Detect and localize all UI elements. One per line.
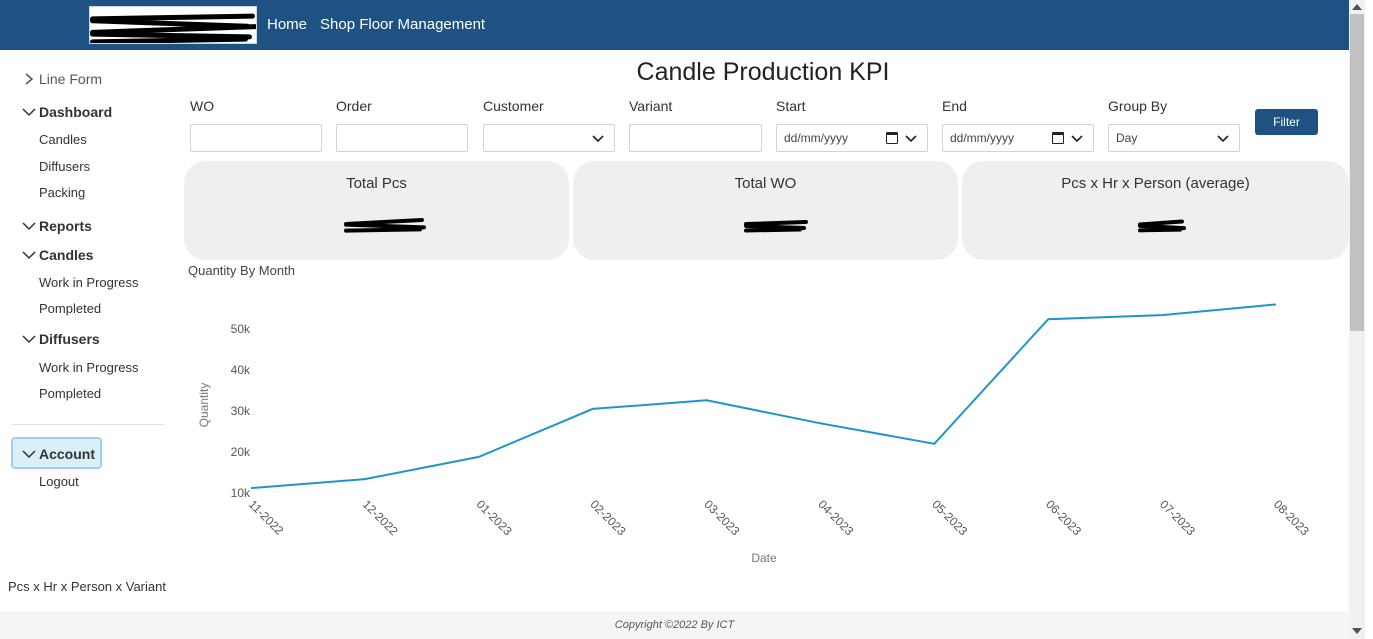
- kpi-card-title: Total Pcs: [346, 175, 407, 192]
- company-logo[interactable]: [89, 6, 257, 44]
- wo-input[interactable]: [190, 124, 322, 152]
- sidebar-account[interactable]: Account: [22, 446, 95, 462]
- sidebar-diffusers[interactable]: Diffusers: [22, 331, 100, 347]
- start-date-input[interactable]: dd/mm/yyyy: [776, 124, 928, 152]
- start-label: Start: [776, 98, 806, 114]
- filter-button[interactable]: Filter: [1255, 109, 1318, 135]
- end-date-placeholder: dd/mm/yyyy: [950, 131, 1015, 145]
- sidebar-item-diffusers-completed[interactable]: Pompleted: [39, 386, 101, 401]
- scroll-up-arrow-icon[interactable]: [1352, 4, 1362, 10]
- chevron-down-icon: [22, 332, 36, 346]
- chevron-down-icon: [22, 447, 36, 461]
- chevron-down-icon: [22, 105, 36, 119]
- x-tick-label: 05-2023: [929, 497, 970, 538]
- quantity-by-month-chart: 10k 20k 30k 40k 50k 11-2022 12-2022 01-2023 02-2…: [197, 303, 1312, 565]
- y-tick-label: 30k: [231, 404, 251, 418]
- pcs-hr-person-variant-label[interactable]: Pcs x Hr x Person x Variant: [8, 579, 166, 594]
- page-title: Candle Production KPI: [636, 58, 890, 86]
- kpi-card-total-wo: Total WO: [573, 161, 958, 260]
- sidebar-item-candles-wip[interactable]: Work in Progress: [39, 275, 138, 290]
- wo-label: WO: [190, 98, 215, 114]
- x-tick-label: 11-2022: [246, 497, 287, 538]
- y-tick-label: 40k: [231, 363, 251, 377]
- customer-label: Customer: [483, 98, 544, 114]
- vertical-scrollbar[interactable]: [1349, 0, 1365, 639]
- chevron-right-icon: [22, 72, 36, 86]
- order-label: Order: [336, 98, 372, 114]
- x-tick-label: 02-2023: [588, 497, 629, 538]
- sidebar-item-logout[interactable]: Logout: [39, 474, 79, 489]
- sidebar-divider: [12, 424, 164, 425]
- x-tick-label: 06-2023: [1043, 497, 1084, 538]
- sidebar-item-candles-completed[interactable]: Pompleted: [39, 301, 101, 316]
- redacted-value: [743, 219, 809, 233]
- nav-shop-floor-link[interactable]: Shop Floor Management: [320, 16, 485, 33]
- sidebar-diffusers-label: Diffusers: [39, 331, 100, 347]
- end-label: End: [942, 98, 967, 114]
- x-tick-label: 03-2023: [701, 497, 742, 538]
- sidebar-item-packing[interactable]: Packing: [39, 185, 85, 200]
- sidebar-item-candles[interactable]: Candles: [39, 132, 87, 147]
- chart-section-label: Quantity By Month: [188, 263, 295, 278]
- kpi-card-title: Pcs x Hr x Person (average): [1061, 175, 1250, 192]
- y-tick-label: 20k: [231, 445, 251, 459]
- scrollbar-thumb[interactable]: [1350, 14, 1364, 331]
- x-tick-label: 04-2023: [815, 497, 856, 538]
- sidebar-reports[interactable]: Reports: [22, 218, 92, 234]
- y-axis-title: Quantity: [197, 383, 211, 428]
- sidebar-line-form[interactable]: Line Form: [22, 71, 102, 87]
- x-tick-label: 01-2023: [474, 497, 515, 538]
- sidebar-item-diffusers[interactable]: Diffusers: [39, 159, 90, 174]
- redacted-value: [343, 217, 427, 233]
- kpi-card-pcs-hr-person: Pcs x Hr x Person (average): [962, 161, 1349, 260]
- y-tick-label: 10k: [231, 486, 251, 500]
- group-by-label: Group By: [1108, 98, 1168, 114]
- footer-copyright: Copyright ©2022 By ICT: [0, 611, 1349, 639]
- calendar-icon[interactable]: [886, 132, 898, 144]
- chevron-down-icon: [592, 133, 604, 147]
- sidebar-reports-label: Reports: [39, 218, 92, 234]
- sidebar: Line Form Dashboard Candles Diffusers Pa…: [0, 50, 175, 610]
- chevron-down-icon: [1217, 133, 1229, 147]
- x-tick-label: 07-2023: [1157, 497, 1198, 538]
- scroll-down-arrow-icon[interactable]: [1352, 628, 1362, 634]
- x-tick-label: 08-2023: [1271, 497, 1312, 538]
- sidebar-account-label: Account: [39, 446, 95, 462]
- kpi-card-total-pcs: Total Pcs: [184, 161, 569, 260]
- y-tick-label: 50k: [231, 322, 251, 336]
- group-by-value: Day: [1116, 131, 1138, 145]
- nav-home-link[interactable]: Home: [267, 16, 307, 33]
- customer-select[interactable]: [483, 124, 615, 152]
- group-by-select[interactable]: Day: [1108, 124, 1240, 152]
- sidebar-dashboard[interactable]: Dashboard: [22, 104, 112, 120]
- start-date-placeholder: dd/mm/yyyy: [784, 131, 849, 145]
- order-input[interactable]: [336, 124, 468, 152]
- end-date-input[interactable]: dd/mm/yyyy: [942, 124, 1094, 152]
- sidebar-candles-label: Candles: [39, 247, 94, 263]
- sidebar-item-diffusers-wip[interactable]: Work in Progress: [39, 360, 138, 375]
- chevron-down-icon: [22, 248, 36, 262]
- sidebar-dashboard-label: Dashboard: [39, 104, 113, 120]
- x-axis-title: Date: [751, 551, 777, 565]
- chevron-down-icon[interactable]: [905, 133, 917, 147]
- chevron-down-icon[interactable]: [1071, 133, 1083, 147]
- kpi-card-title: Total WO: [734, 175, 797, 192]
- x-tick-label: 12-2022: [360, 497, 401, 538]
- calendar-icon[interactable]: [1052, 132, 1064, 144]
- top-navbar: Home Shop Floor Management: [0, 0, 1349, 50]
- sidebar-line-form-label: Line Form: [39, 71, 103, 87]
- variant-label: Variant: [629, 98, 673, 114]
- variant-input[interactable]: [629, 124, 762, 152]
- series-line: [250, 303, 1277, 490]
- sidebar-candles[interactable]: Candles: [22, 247, 93, 263]
- redacted-value: [1137, 219, 1187, 233]
- chevron-down-icon: [22, 219, 36, 233]
